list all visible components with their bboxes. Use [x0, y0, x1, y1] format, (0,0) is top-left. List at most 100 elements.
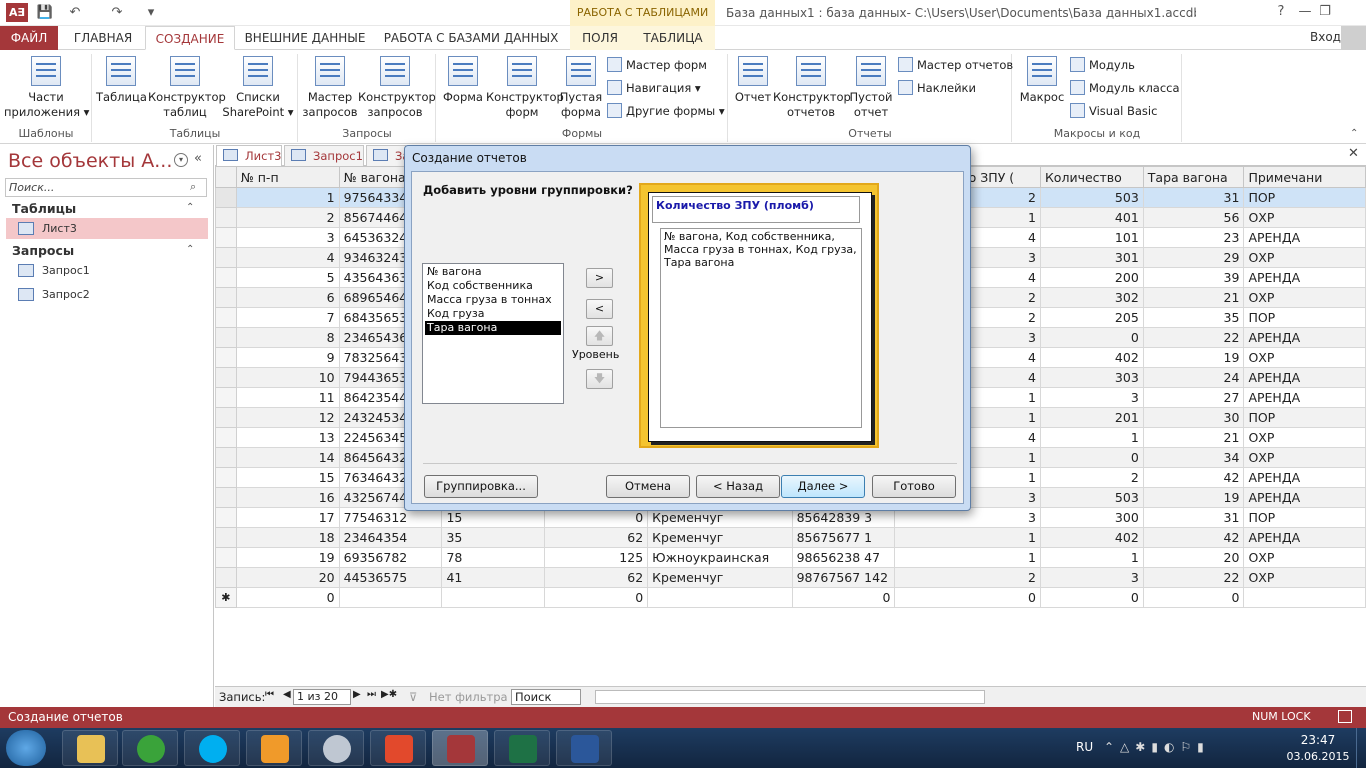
table-cell[interactable]: 1 — [894, 547, 1041, 568]
table-cell[interactable]: 16 — [235, 487, 340, 508]
form-wizard-button[interactable]: Мастер форм — [607, 55, 707, 75]
table-cell[interactable]: 3 — [235, 227, 340, 248]
table-cell[interactable]: 2 — [235, 207, 340, 228]
table-row[interactable]: 18 23464354 35 62 Кременчуг 85675677 1 1 402 42 А… — [215, 527, 1366, 548]
tray-icons[interactable]: ⌃△✱▮◐⚐▮ — [1104, 740, 1210, 754]
nav-section-queries[interactable]: Запросы — [12, 243, 74, 258]
table-cell[interactable]: АРЕНДА — [1243, 267, 1366, 288]
table-cell[interactable]: АРЕНДА — [1243, 487, 1366, 508]
table-cell[interactable]: 402 — [1039, 527, 1144, 548]
table-cell[interactable]: АРЕНДА — [1243, 227, 1366, 248]
tab-external-data[interactable]: ВНЕШНИЕ ДАННЫЕ — [242, 26, 368, 50]
table-button[interactable]: Таблица — [96, 56, 147, 105]
tab-home[interactable]: ГЛАВНАЯ — [66, 26, 140, 50]
table-cell[interactable]: 35 — [1142, 307, 1245, 328]
table-cell[interactable]: ПОР — [1243, 407, 1366, 428]
table-cell[interactable]: 62 — [544, 527, 649, 548]
table-cell[interactable]: ОХР — [1243, 427, 1366, 448]
record-selector[interactable] — [215, 227, 237, 248]
table-cell[interactable]: Южноукраинская — [647, 547, 793, 568]
table-cell[interactable]: 303 — [1039, 367, 1144, 388]
table-cell[interactable]: 11 — [235, 387, 340, 408]
table-cell[interactable]: 12 — [235, 407, 340, 428]
record-selector[interactable] — [215, 287, 237, 308]
visual-basic-button[interactable]: Visual Basic — [1070, 101, 1157, 121]
table-cell[interactable]: ПОР — [1243, 507, 1366, 528]
table-cell[interactable]: 0 — [544, 587, 649, 608]
back-button[interactable]: < Назад — [696, 475, 780, 498]
new-record-icon[interactable]: ▶✱ — [381, 689, 397, 700]
restore-button[interactable]: ❐ — [1308, 0, 1342, 24]
table-cell[interactable]: 85675677 1 — [791, 527, 896, 548]
record-selector[interactable] — [215, 387, 237, 408]
query-design-button[interactable]: Конструктор запросов — [358, 56, 436, 120]
table-cell[interactable]: 15 — [235, 467, 340, 488]
table-cell[interactable]: 20 — [235, 567, 340, 588]
form-design-button[interactable]: Конструктор форм — [486, 56, 564, 120]
datasheet-view-icon[interactable] — [1338, 710, 1352, 723]
class-module-button[interactable]: Модуль класса — [1070, 78, 1180, 98]
table-cell[interactable]: 17 — [235, 507, 340, 528]
nav-item-query[interactable]: Запрос1 — [6, 260, 208, 281]
table-cell[interactable]: 23 — [1142, 227, 1245, 248]
table-cell[interactable] — [338, 587, 443, 608]
field-list[interactable]: № вагона Код собственника Масса груза в … — [422, 263, 564, 404]
table-cell[interactable]: 22 — [1142, 567, 1245, 588]
record-selector[interactable] — [215, 467, 237, 488]
record-selector[interactable] — [215, 547, 237, 568]
table-cell[interactable]: 0 — [791, 587, 896, 608]
redo-icon[interactable]: ↷ — [108, 4, 126, 22]
table-cell[interactable]: ОХР — [1243, 207, 1366, 228]
table-cell[interactable]: 0 — [894, 587, 1041, 608]
table-cell[interactable]: 31 — [1142, 507, 1245, 528]
nav-search-input[interactable]: Поиск... — [5, 178, 207, 197]
nav-item-table[interactable]: Лист3 — [6, 218, 208, 239]
record-selector[interactable] — [215, 427, 237, 448]
table-cell[interactable]: 27 — [1142, 387, 1245, 408]
report-design-button[interactable]: Конструктор отчетов — [773, 56, 851, 120]
table-cell[interactable]: 34 — [1142, 447, 1245, 468]
table-cell[interactable]: 401 — [1039, 207, 1144, 228]
nav-shutter-icon[interactable]: « — [194, 151, 202, 166]
show-desktop-button[interactable] — [1356, 728, 1366, 768]
record-selector[interactable] — [215, 307, 237, 328]
column-header[interactable]: Примечани — [1243, 166, 1366, 188]
table-cell[interactable]: 23464354 — [338, 527, 443, 548]
macro-button[interactable]: Макрос — [1018, 56, 1066, 105]
doc-tab-table[interactable]: Лист3 — [216, 145, 282, 166]
column-header[interactable]: № п-п — [235, 166, 340, 188]
tab-fields[interactable]: ПОЛЯ — [574, 26, 626, 50]
table-cell[interactable]: АРЕНДА — [1243, 367, 1366, 388]
table-cell[interactable]: 19 — [235, 547, 340, 568]
table-cell[interactable]: 41 — [441, 567, 546, 588]
table-cell[interactable]: 503 — [1039, 187, 1144, 208]
table-cell[interactable]: ПОР — [1243, 187, 1366, 208]
horizontal-scrollbar[interactable] — [595, 690, 985, 704]
field-list-item[interactable]: Код груза — [425, 307, 561, 321]
last-record-icon[interactable]: ⏭ — [367, 689, 376, 700]
record-selector[interactable] — [215, 447, 237, 468]
record-selector[interactable] — [215, 247, 237, 268]
table-cell[interactable]: 44536575 — [338, 567, 443, 588]
table-cell[interactable]: 10 — [235, 367, 340, 388]
table-cell[interactable]: 0 — [1142, 587, 1245, 608]
labels-button[interactable]: Наклейки — [898, 78, 976, 98]
table-cell[interactable]: 35 — [441, 527, 546, 548]
blank-report-button[interactable]: Пустой отчет — [849, 56, 893, 120]
table-design-button[interactable]: Конструктор таблиц — [148, 56, 226, 120]
record-selector[interactable] — [215, 267, 237, 288]
field-list-item[interactable]: № вагона — [425, 265, 561, 279]
table-cell[interactable] — [441, 587, 546, 608]
doc-tab-query[interactable]: За — [366, 145, 409, 166]
table-cell[interactable]: АРЕНДА — [1243, 387, 1366, 408]
table-cell[interactable]: 62 — [544, 567, 649, 588]
table-cell[interactable]: 0 — [1039, 327, 1144, 348]
blank-form-button[interactable]: Пустая форма — [558, 56, 604, 120]
add-group-level-button[interactable]: > — [586, 268, 613, 288]
record-selector[interactable] — [215, 487, 237, 508]
start-button[interactable] — [6, 730, 46, 766]
section-collapse-icon[interactable]: ⌃ — [186, 244, 194, 255]
table-cell[interactable]: 30 — [1142, 407, 1245, 428]
table-cell[interactable] — [647, 587, 793, 608]
app-parts-button[interactable]: Части приложения ▾ — [4, 56, 89, 120]
